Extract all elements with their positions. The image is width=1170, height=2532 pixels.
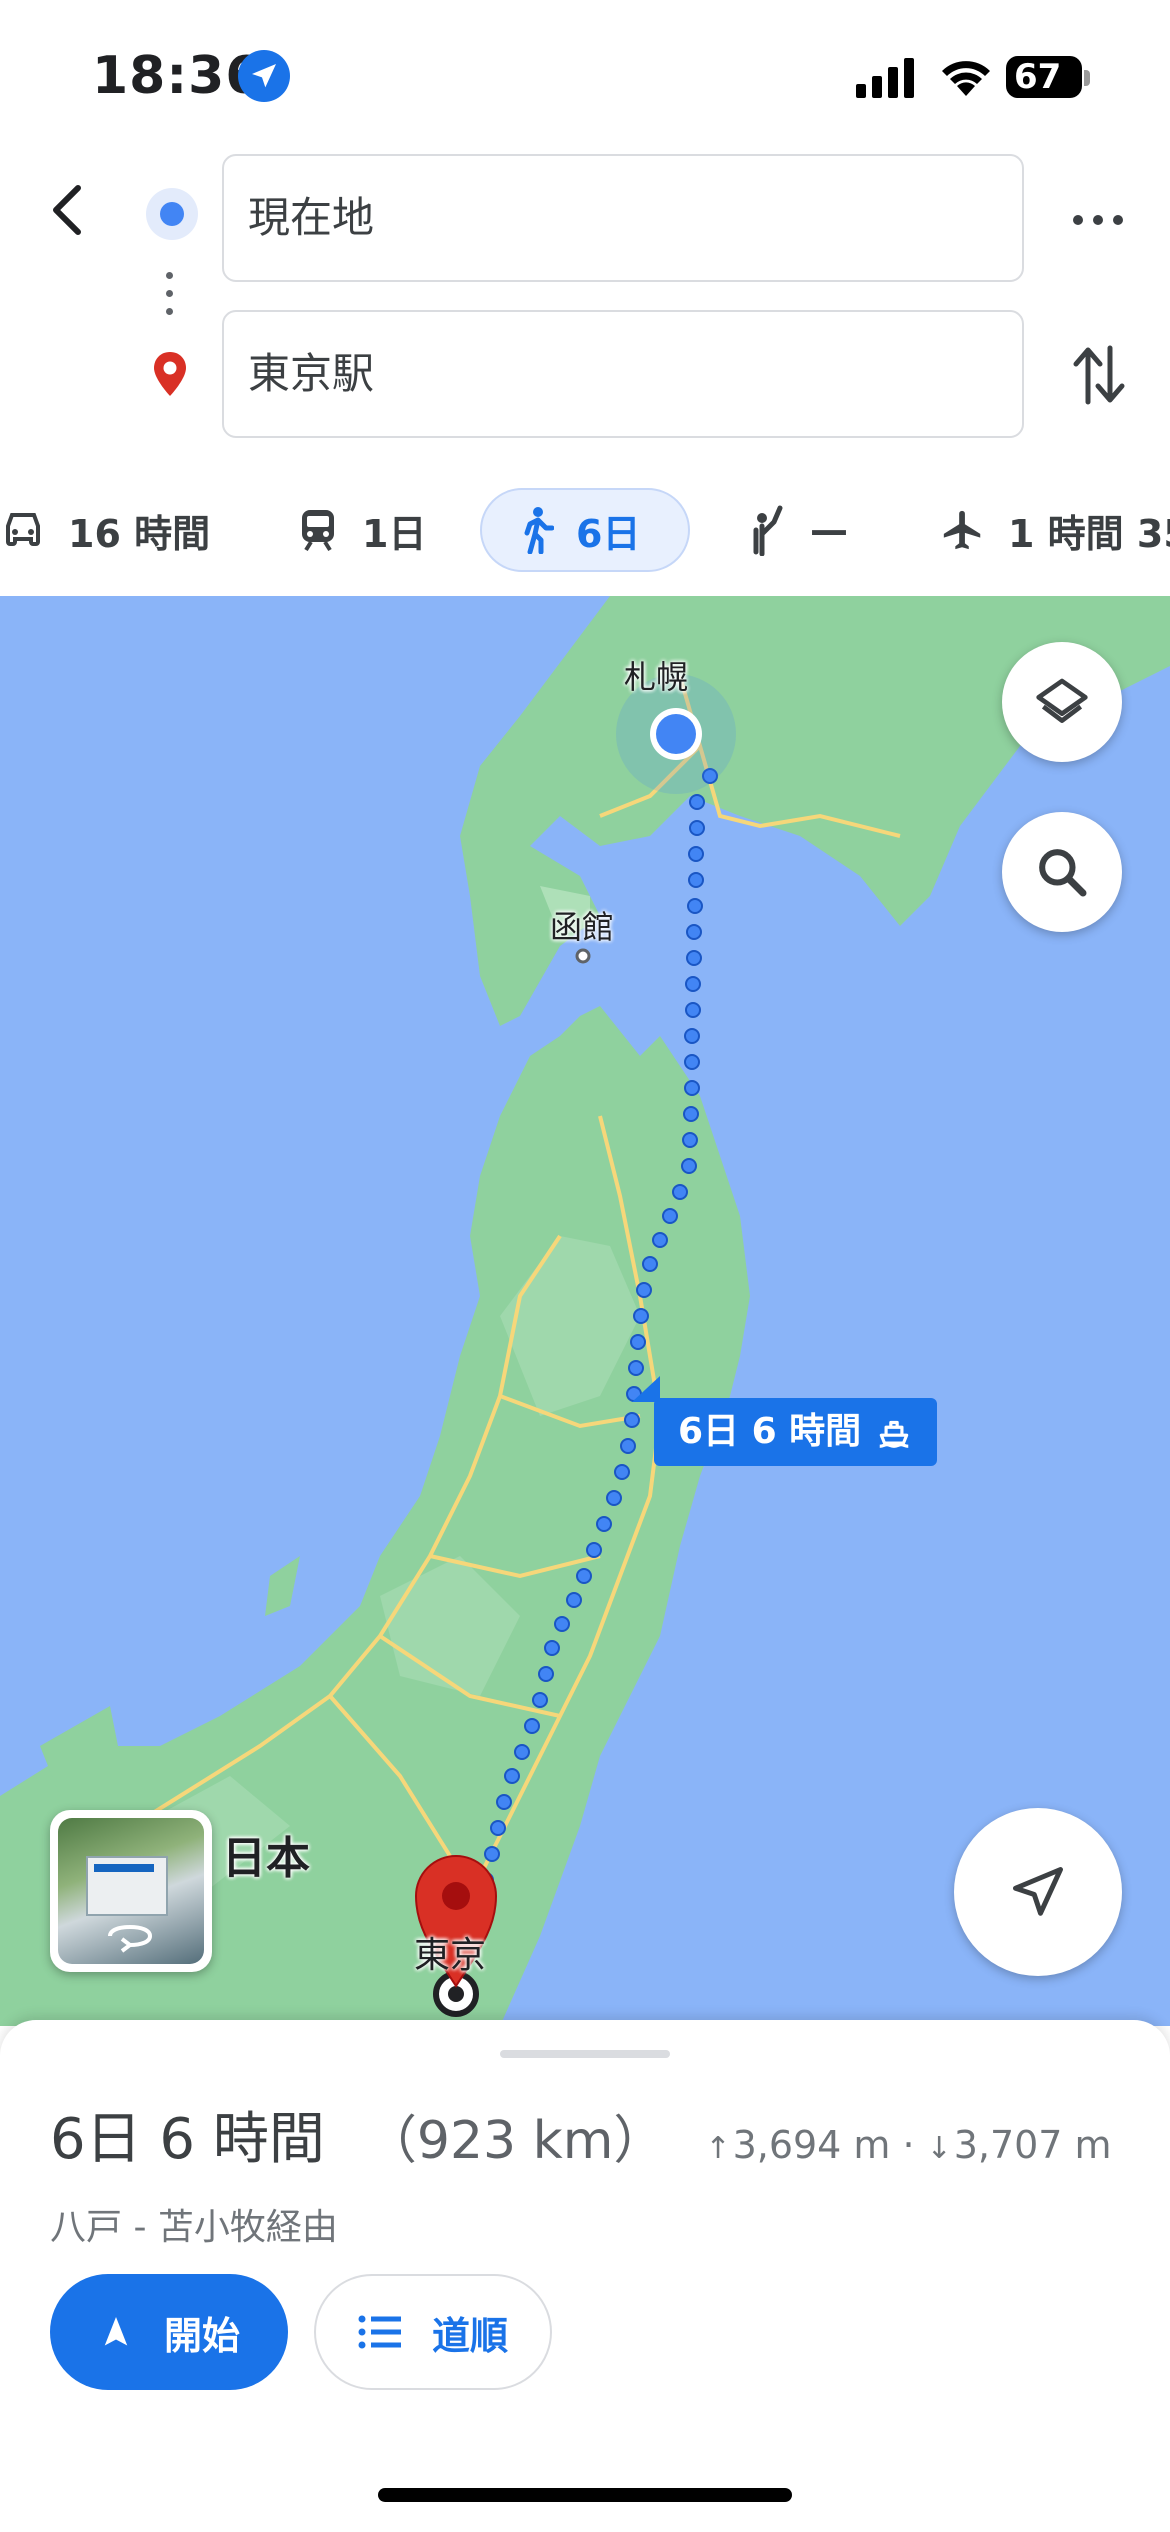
mode-tab-flight[interactable]: 1 時間 35	[940, 488, 1170, 572]
route-callout-text: 6日 6 時間	[678, 1411, 862, 1452]
wifi-icon	[942, 61, 990, 96]
mode-tab-walking[interactable]: 6日	[480, 488, 690, 572]
car-icon	[0, 510, 46, 550]
layers-icon	[1036, 678, 1088, 723]
search-along-route-button[interactable]	[1002, 812, 1122, 932]
search-icon	[1039, 849, 1087, 897]
map-label-hakodate: 函館	[550, 908, 615, 946]
origin-input[interactable]: 現在地	[222, 154, 1024, 282]
street-view-thumbnail[interactable]	[50, 1810, 212, 1972]
route-duration: 6日 6 時間	[50, 2107, 325, 2172]
start-button[interactable]: 開始	[50, 2274, 288, 2390]
start-button-label: 開始	[163, 2313, 240, 2358]
directions-bottom-sheet[interactable]: 6日 6 時間 （923 km） ↑ 3,694 m · ↓ 3,707 m 八…	[0, 2020, 1170, 2532]
destination-pin-icon	[154, 352, 186, 396]
elevation-info: ↑ 3,694 m · ↓ 3,707 m	[705, 2123, 1111, 2167]
navigation-start-icon	[98, 2312, 134, 2352]
home-indicator[interactable]	[378, 2488, 792, 2502]
more-options-button[interactable]	[1068, 200, 1128, 240]
back-arrow-icon	[53, 185, 81, 235]
mode-tab-rideshare-label: —	[810, 508, 848, 552]
swap-vert-icon	[1073, 345, 1125, 405]
route-connector-dots	[166, 272, 174, 326]
battery-icon: 67	[1006, 56, 1082, 98]
mode-tab-driving[interactable]: 16 時間	[0, 488, 210, 572]
location-services-icon	[238, 50, 290, 102]
map-view[interactable]: 札幌 函館 日本 東京 6日 6 時間	[0, 596, 1170, 2026]
list-icon	[358, 2314, 402, 2350]
elevation-separator: ·	[902, 2123, 915, 2167]
route-summary: 6日 6 時間 （923 km） ↑ 3,694 m · ↓ 3,707 m	[50, 2094, 1140, 2175]
cellular-signal-icon	[856, 58, 914, 98]
route-duration-callout[interactable]: 6日 6 時間	[631, 1376, 938, 1466]
steps-button[interactable]: 道順	[314, 2274, 552, 2390]
destination-input[interactable]: 東京駅	[222, 310, 1024, 438]
walk-icon	[518, 506, 554, 554]
mode-tab-walking-label: 6日	[576, 511, 641, 556]
battery-nub	[1084, 70, 1090, 86]
mode-tab-transit-label: 1日	[362, 511, 427, 556]
origin-dot-icon	[146, 188, 198, 240]
route-via: 八戸 - 苫小牧経由	[50, 2207, 338, 2248]
navigation-arrow-icon	[1013, 1867, 1063, 1916]
map-label-japan: 日本	[222, 1833, 310, 1884]
ascent-arrow-icon: ↑	[705, 2131, 731, 2166]
land-sado	[265, 1556, 300, 1616]
train-icon	[296, 508, 340, 552]
travel-mode-tabs: 16 時間 1日 6日 — 1 時間 35	[0, 480, 1170, 590]
mode-tab-flight-label: 1 時間 35	[1008, 511, 1170, 556]
map-label-tokyo: 東京	[414, 1935, 487, 1976]
mode-tab-transit[interactable]: 1日	[296, 488, 426, 572]
ascent-value: 3,694 m	[732, 2123, 891, 2167]
rotate-360-icon	[108, 1924, 153, 1953]
rideshare-icon	[748, 504, 788, 556]
status-time: 18:36	[92, 46, 263, 106]
airplane-icon	[940, 507, 986, 553]
descent-arrow-icon: ↓	[926, 2131, 952, 2166]
my-location-button[interactable]	[954, 1808, 1122, 1976]
ferry-icon	[875, 1413, 913, 1451]
sheet-drag-handle[interactable]	[500, 2050, 670, 2058]
mode-tab-driving-label: 16 時間	[68, 511, 211, 556]
status-bar: 18:36 67	[0, 0, 1170, 150]
layers-button[interactable]	[1002, 642, 1122, 762]
more-horiz-icon	[1073, 215, 1123, 225]
street-view-image	[58, 1818, 204, 1964]
route-distance: （923 km）	[364, 2111, 666, 2171]
descent-value: 3,707 m	[953, 2123, 1112, 2167]
mode-tab-rideshare[interactable]: —	[748, 488, 848, 572]
swap-button[interactable]	[1070, 340, 1130, 410]
map-label-sapporo: 札幌	[624, 658, 689, 696]
back-button[interactable]	[40, 180, 100, 240]
steps-button-label: 道順	[431, 2313, 508, 2358]
